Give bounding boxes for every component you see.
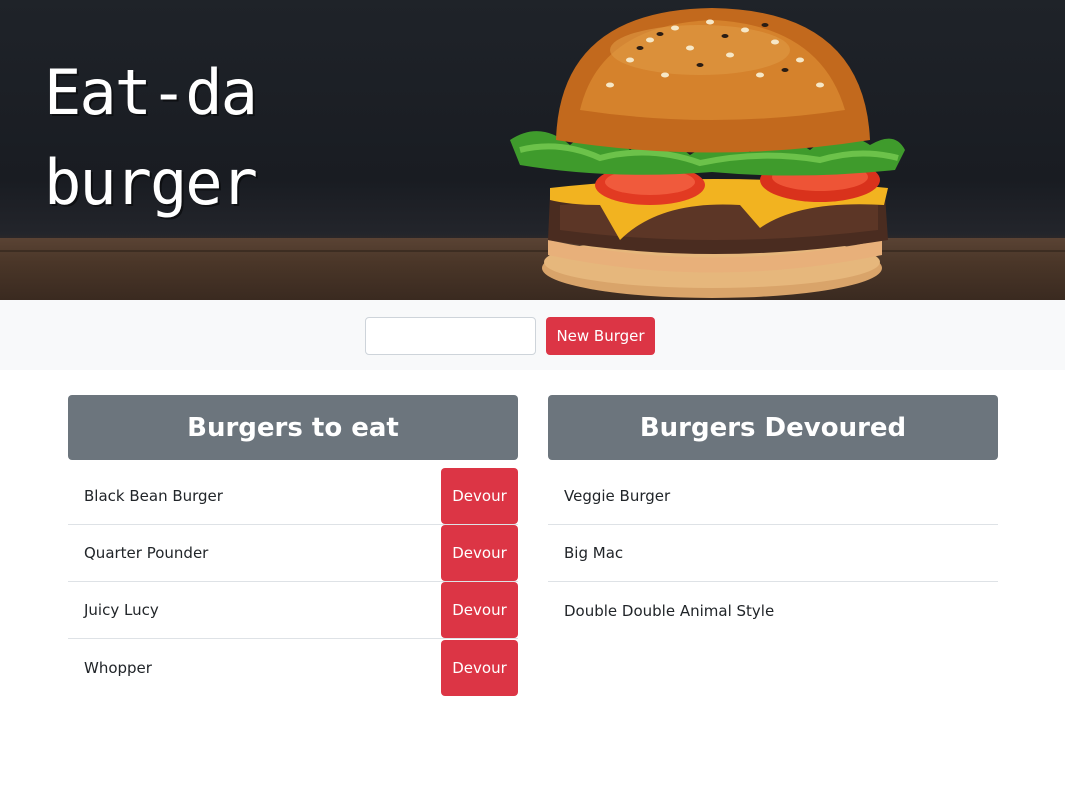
burger-name: Whopper [84, 658, 152, 677]
list-item: Black Bean Burger Devour [68, 468, 518, 525]
burgers-devoured-column: Burgers Devoured Veggie Burger Big Mac D… [548, 395, 998, 696]
list-item: Veggie Burger [548, 468, 998, 525]
devour-button[interactable]: Devour [441, 582, 518, 638]
burger-name: Veggie Burger [564, 487, 671, 505]
burger-name: Quarter Pounder [84, 544, 209, 562]
burgers-devoured-title: Burgers Devoured [639, 412, 907, 443]
burger-image [510, 8, 905, 298]
list-item: Big Mac [548, 525, 998, 582]
list-item: Quarter Pounder Devour [68, 525, 518, 582]
new-burger-form: New Burger [0, 300, 1065, 370]
burgers-devoured-header: Burgers Devoured [548, 395, 998, 460]
hero-banner: Eat-da burger [0, 0, 1065, 300]
list-item: Whopper Devour [68, 639, 518, 696]
list-item: Double Double Animal Style [548, 582, 998, 639]
new-burger-button[interactable]: New Burger [546, 317, 655, 355]
devour-button[interactable]: Devour [441, 468, 518, 524]
burgers-to-eat-title: Burgers to eat [187, 412, 399, 443]
burgers-to-eat-header: Burgers to eat [68, 395, 518, 460]
devour-button[interactable]: Devour [441, 639, 518, 696]
burgers-to-eat-list: Black Bean Burger Devour Quarter Pounder… [68, 468, 518, 696]
devour-button[interactable]: Devour [441, 525, 518, 581]
burger-columns: Burgers to eat Black Bean Burger Devour … [68, 395, 998, 696]
burgers-devoured-list: Veggie Burger Big Mac Double Double Anim… [548, 468, 998, 639]
burger-name-input[interactable] [365, 317, 536, 355]
hero-title-line1: Eat-da [44, 56, 258, 129]
hero-title: Eat-da burger [44, 48, 304, 228]
list-item: Juicy Lucy Devour [68, 582, 518, 639]
burgers-to-eat-column: Burgers to eat Black Bean Burger Devour … [68, 395, 518, 696]
burger-name: Big Mac [564, 544, 624, 562]
burger-name: Juicy Lucy [84, 601, 159, 619]
burger-name: Double Double Animal Style [564, 601, 775, 620]
burger-name: Black Bean Burger [84, 487, 223, 505]
hero-title-line2: burger [44, 146, 258, 219]
